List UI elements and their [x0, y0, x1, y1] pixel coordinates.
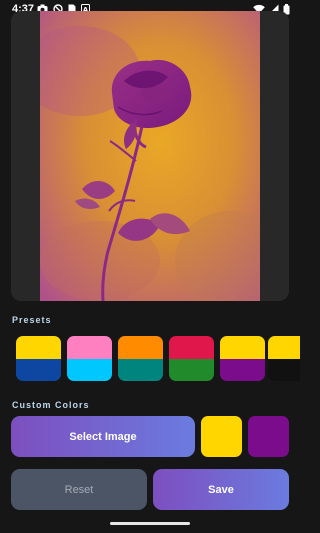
- presets-label: Presets: [12, 315, 52, 325]
- home-indicator[interactable]: [110, 522, 190, 525]
- save-button[interactable]: Save: [153, 469, 289, 510]
- rose-image: [40, 11, 260, 301]
- custom-color-1-swatch[interactable]: [201, 416, 242, 457]
- preset-color-bottom: [268, 358, 300, 381]
- custom-color-2-swatch[interactable]: [248, 416, 289, 457]
- preset-color-top: [220, 336, 265, 359]
- preset-color-bottom: [169, 358, 214, 381]
- image-preview-card: [11, 11, 289, 301]
- presets-row: [16, 336, 300, 382]
- select-image-button[interactable]: Select Image: [11, 416, 195, 457]
- preset-color-bottom: [67, 358, 112, 381]
- reset-button[interactable]: Reset: [11, 469, 147, 510]
- preset-swatch-5[interactable]: [220, 336, 265, 381]
- preset-color-top: [118, 336, 163, 359]
- preset-swatch-6[interactable]: [268, 336, 300, 381]
- preset-color-bottom: [220, 358, 265, 381]
- preset-swatch-3[interactable]: [118, 336, 163, 381]
- preset-color-top: [268, 336, 300, 359]
- preset-color-top: [16, 336, 61, 359]
- preset-color-bottom: [16, 358, 61, 381]
- custom-colors-label: Custom Colors: [12, 400, 90, 410]
- preset-swatch-4[interactable]: [169, 336, 214, 381]
- preset-color-top: [169, 336, 214, 359]
- preset-swatch-2[interactable]: [67, 336, 112, 381]
- preset-color-bottom: [118, 358, 163, 381]
- preview-image[interactable]: [40, 11, 260, 301]
- preset-color-top: [67, 336, 112, 359]
- preset-swatch-1[interactable]: [16, 336, 61, 381]
